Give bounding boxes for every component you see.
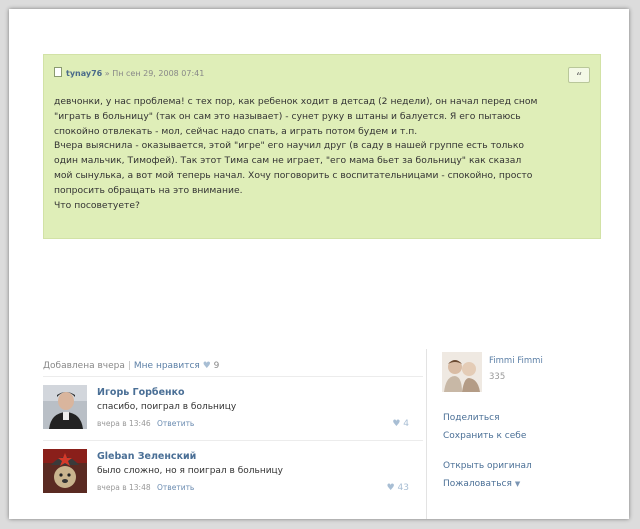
post-meta: Добавлена вчера | Мне нравится ♥ 9 — [43, 361, 219, 371]
sidebar-divider — [426, 349, 427, 519]
avatar[interactable] — [43, 385, 87, 429]
post-header: tynay76 » Пн сен 29, 2008 07:41 — [54, 67, 204, 78]
post-author[interactable]: tynay76 — [66, 69, 102, 78]
comment-like-count: 43 — [397, 483, 409, 493]
profile-avatar[interactable] — [442, 352, 482, 392]
share-link[interactable]: Поделиться — [443, 413, 500, 423]
post-body: девчонки, у нас проблема! с тех пор, как… — [54, 95, 594, 213]
comment-author[interactable]: Gleban Зеленский — [97, 451, 196, 462]
report-label: Пожаловаться — [443, 479, 512, 489]
save-link[interactable]: Сохранить к себе — [443, 431, 526, 441]
profile-name[interactable]: Fimmi Fimmi — [489, 356, 543, 366]
post-line: спокойно отвлекать - мол, сейчас надо сп… — [54, 125, 418, 137]
comment-author[interactable]: Игорь Горбенко — [97, 387, 185, 398]
comment-likes[interactable]: ♥ 43 — [387, 483, 409, 493]
comment-likes[interactable]: ♥ 4 — [392, 419, 409, 429]
document-icon — [54, 67, 62, 77]
reply-link[interactable]: Ответить — [157, 483, 194, 492]
meta-divider: | — [127, 361, 131, 371]
comment-text: было сложно, но я поиграл в больницу — [97, 466, 284, 476]
heart-icon[interactable]: ♥ — [203, 361, 211, 371]
post-line: Вчера выяснила - оказывается, этой "игре… — [54, 140, 525, 152]
avatar[interactable] — [43, 449, 87, 493]
post-line: "играть в больницу" (так он сам это назы… — [54, 110, 521, 122]
comment-like-count: 4 — [403, 419, 409, 429]
chevron-down-icon: ▼ — [514, 480, 521, 488]
header-separator: » — [104, 69, 110, 78]
comment-divider — [43, 440, 423, 441]
open-original-link[interactable]: Открыть оригинал — [443, 461, 532, 471]
forum-post: tynay76 » Пн сен 29, 2008 07:41 “ девчон… — [43, 54, 601, 239]
comment-time: вчера в 13:48 — [97, 483, 151, 492]
heart-icon: ♥ — [386, 483, 395, 493]
report-menu[interactable]: Пожаловаться ▼ — [443, 479, 520, 489]
post-line: один мальчик, Тимофей). Так этот Тима са… — [54, 155, 522, 167]
post-line: попросить обращать на это внимание. — [54, 184, 243, 196]
profile-count: 335 — [489, 372, 506, 382]
post-line: Что посоветуете? — [54, 199, 140, 211]
comment-meta: вчера в 13:48 Ответить — [97, 483, 194, 492]
quote-icon: “ — [575, 70, 583, 84]
post-date: Пн сен 29, 2008 07:41 — [112, 69, 205, 78]
reply-link[interactable]: Ответить — [157, 419, 194, 428]
like-count: 9 — [213, 361, 220, 371]
post-line: девчонки, у нас проблема! с тех пор, как… — [54, 96, 538, 107]
heart-icon: ♥ — [392, 419, 401, 429]
quote-button[interactable]: “ — [568, 67, 590, 84]
comment-meta: вчера в 13:46 Ответить — [97, 419, 194, 428]
meta-divider-line — [43, 376, 423, 377]
screenshot-frame: tynay76 » Пн сен 29, 2008 07:41 “ девчон… — [9, 9, 629, 519]
comment-time: вчера в 13:46 — [97, 419, 151, 428]
like-button[interactable]: Мне нравится — [134, 361, 200, 371]
post-line: мой сынулька, а вот мой теперь начал. Хо… — [54, 169, 533, 181]
comment: Игорь Горбенко спасибо, поиграл в больни… — [43, 385, 413, 440]
comment: Gleban Зеленский было сложно, но я поигр… — [43, 449, 413, 504]
added-time: Добавлена вчера — [43, 361, 125, 371]
comment-text: спасибо, поиграл в больницу — [97, 402, 237, 412]
